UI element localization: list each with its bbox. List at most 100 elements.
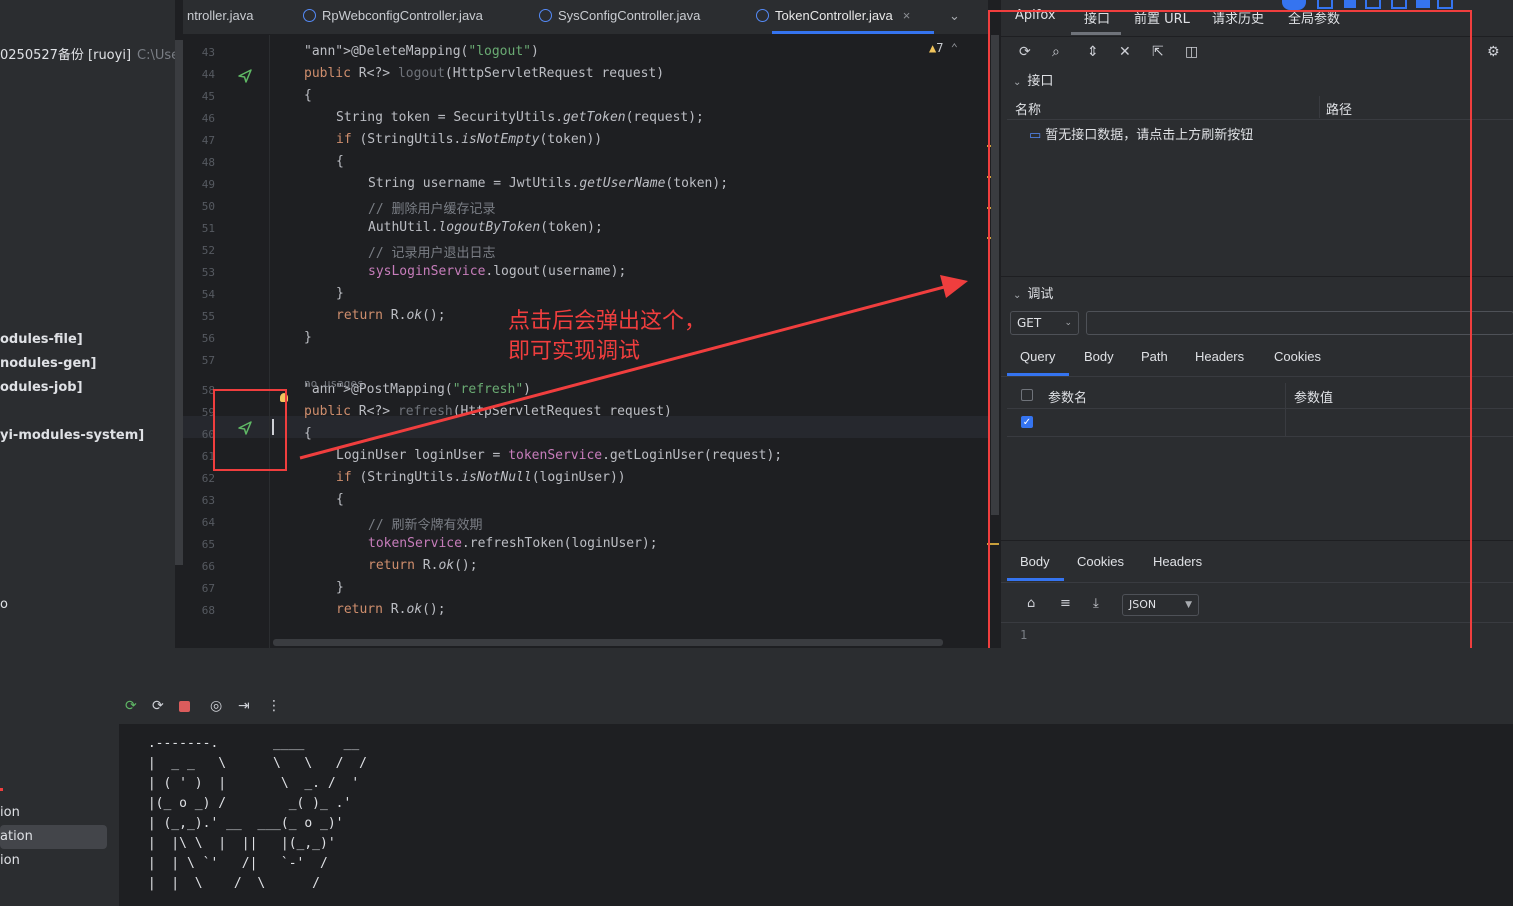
line-number: 58 — [201, 384, 215, 397]
line-number: 57 — [201, 354, 215, 367]
code-line: return R.ok(); — [368, 558, 478, 573]
run-item[interactable]: ion — [0, 853, 20, 868]
tab-label: SysConfigController.java — [558, 8, 701, 23]
run-config-list: ion ation ion — [0, 690, 119, 906]
code-line: return R.ok(); — [336, 602, 446, 617]
line-number: 67 — [201, 582, 215, 595]
run-item-selected[interactable]: ation — [0, 829, 33, 844]
code-line: } — [304, 330, 312, 345]
code-line: if (StringUtils.isNotEmpty(token)) — [336, 132, 603, 147]
code-line: // 删除用户缓存记录 — [368, 202, 496, 217]
module-file[interactable]: odules-file] — [0, 332, 83, 347]
module-gen[interactable]: nodules-gen] — [0, 356, 96, 371]
code-line: public R<?> logout(HttpServletRequest re… — [304, 66, 665, 81]
more-icon[interactable]: ⋮ — [267, 698, 281, 714]
line-number: 46 — [201, 112, 215, 125]
run-toolbar: ⟳ ⟳ ◎ ⇥ ⋮ — [119, 690, 1513, 724]
ascii-line: | _ _ \ \ \ / / — [140, 756, 367, 771]
close-icon[interactable]: × — [903, 8, 911, 23]
line-number: 45 — [201, 90, 215, 103]
tab-rpwebconfig[interactable]: RpWebconfigController.java — [303, 0, 483, 34]
code-line: tokenService.refreshToken(loginUser); — [368, 536, 658, 551]
editor-h-scrollbar[interactable] — [273, 639, 943, 646]
tab-list-chevron-icon[interactable]: ⌄ — [949, 0, 960, 34]
code-line: LoginUser loginUser = tokenService.getLo… — [336, 448, 783, 463]
run-item[interactable]: ion — [0, 805, 20, 820]
line-number: 62 — [201, 472, 215, 485]
console-output[interactable]: .-------. ____ __ | _ _ \ \ \ / / | ( ' … — [119, 724, 1513, 906]
project-scrollbar[interactable] — [175, 40, 183, 565]
code-line: { — [336, 492, 344, 507]
line-number: 53 — [201, 266, 215, 279]
warning-count: 7 — [936, 41, 944, 55]
code-line: // 刷新令牌有效期 — [368, 518, 483, 533]
tab-label: RpWebconfigController.java — [322, 8, 483, 23]
code-line: String token = SecurityUtils.getToken(re… — [336, 110, 704, 125]
highlight-box-apifox — [988, 10, 1472, 668]
restart-icon[interactable]: ⟳ — [152, 698, 164, 714]
tab-tokencontroller[interactable]: TokenController.java × — [756, 0, 910, 34]
ascii-line: | |\ \ | || |(_,_)' — [140, 836, 336, 851]
ime-toolbar[interactable] — [1280, 0, 1480, 12]
rerun-icon[interactable]: ⟳ — [125, 698, 137, 714]
code-line: // 记录用户退出日志 — [368, 246, 496, 261]
chevron-up-icon[interactable]: ⌃ — [951, 41, 958, 55]
status-gap — [0, 648, 1513, 690]
annotation-text: 点击后会弹出这个， 即可实现调试 — [508, 307, 706, 367]
line-number: 47 — [201, 134, 215, 147]
line-number: 51 — [201, 222, 215, 235]
annotation-line-1: 点击后会弹出这个， — [508, 309, 707, 334]
code-line: { — [336, 154, 344, 169]
line-number: 54 — [201, 288, 215, 301]
code-line: if (StringUtils.isNotNull(loginUser)) — [336, 470, 626, 485]
ascii-line: | | \ / \ / — [140, 876, 321, 891]
line-number: 60 — [201, 428, 215, 441]
code-line: } — [336, 580, 344, 595]
project-misc[interactable]: o — [0, 597, 8, 612]
tab-sysconfig[interactable]: SysConfigController.java — [539, 0, 700, 34]
module-system[interactable]: yi-modules-system] — [0, 428, 144, 443]
line-number: 56 — [201, 332, 215, 345]
line-number: 52 — [201, 244, 215, 257]
ascii-line: | | \ `' /| `-' / — [140, 856, 328, 871]
code-line: { — [304, 426, 312, 441]
gutter-separator — [269, 35, 270, 648]
code-line: public R<?> refresh(HttpServletRequest r… — [304, 404, 672, 419]
ascii-line: |(_ o _) / _( )_ .' — [140, 796, 352, 811]
class-icon — [539, 9, 552, 23]
gear-icon[interactable]: ⚙ — [1487, 44, 1500, 60]
code-line: "ann">@DeleteMapping("logout") — [304, 44, 539, 59]
code-line: return R.ok(); — [336, 308, 446, 323]
code-line: { — [304, 88, 312, 103]
exit-icon[interactable]: ⇥ — [238, 698, 250, 714]
line-number: 43 — [201, 46, 215, 59]
tab-label: ntroller.java — [187, 8, 254, 23]
line-number: 59 — [201, 406, 215, 419]
inspection-widget[interactable]: ▲7 ⌃ — [929, 41, 958, 55]
module-job[interactable]: odules-job] — [0, 380, 83, 395]
send-request-gutter-icon[interactable] — [237, 68, 253, 84]
line-number: 49 — [201, 178, 215, 191]
class-icon — [303, 9, 316, 23]
class-icon — [756, 9, 769, 23]
highlight-box-gutter — [213, 389, 287, 471]
ascii-line: .-------. ____ __ — [140, 736, 360, 751]
active-tab-indicator — [772, 31, 934, 34]
camera-icon[interactable]: ◎ — [210, 698, 222, 714]
line-number: 63 — [201, 494, 215, 507]
tab-controller[interactable]: ntroller.java — [187, 0, 253, 34]
line-number: 44 — [201, 68, 215, 81]
line-number: 61 — [201, 450, 215, 463]
line-number: 65 — [201, 538, 215, 551]
project-pane: 0250527备份 [ruoyi] C:\Users odules-file] n… — [0, 0, 191, 648]
ascii-line: | ( ' ) | \ _. / ' — [140, 776, 360, 791]
project-root-label: 0250527备份 [ruoyi] — [0, 48, 132, 63]
code-line: AuthUtil.logoutByToken(token); — [368, 220, 603, 235]
line-number: 55 — [201, 310, 215, 323]
project-root[interactable]: 0250527备份 [ruoyi] C:\Users — [0, 44, 191, 63]
code-line: sysLoginService.logout(username); — [368, 264, 627, 279]
line-number: 66 — [201, 560, 215, 573]
ascii-line: | (_,_).' __ ___(_ o _)' — [140, 816, 344, 831]
stop-icon[interactable] — [179, 701, 190, 712]
line-number: 68 — [201, 604, 215, 617]
